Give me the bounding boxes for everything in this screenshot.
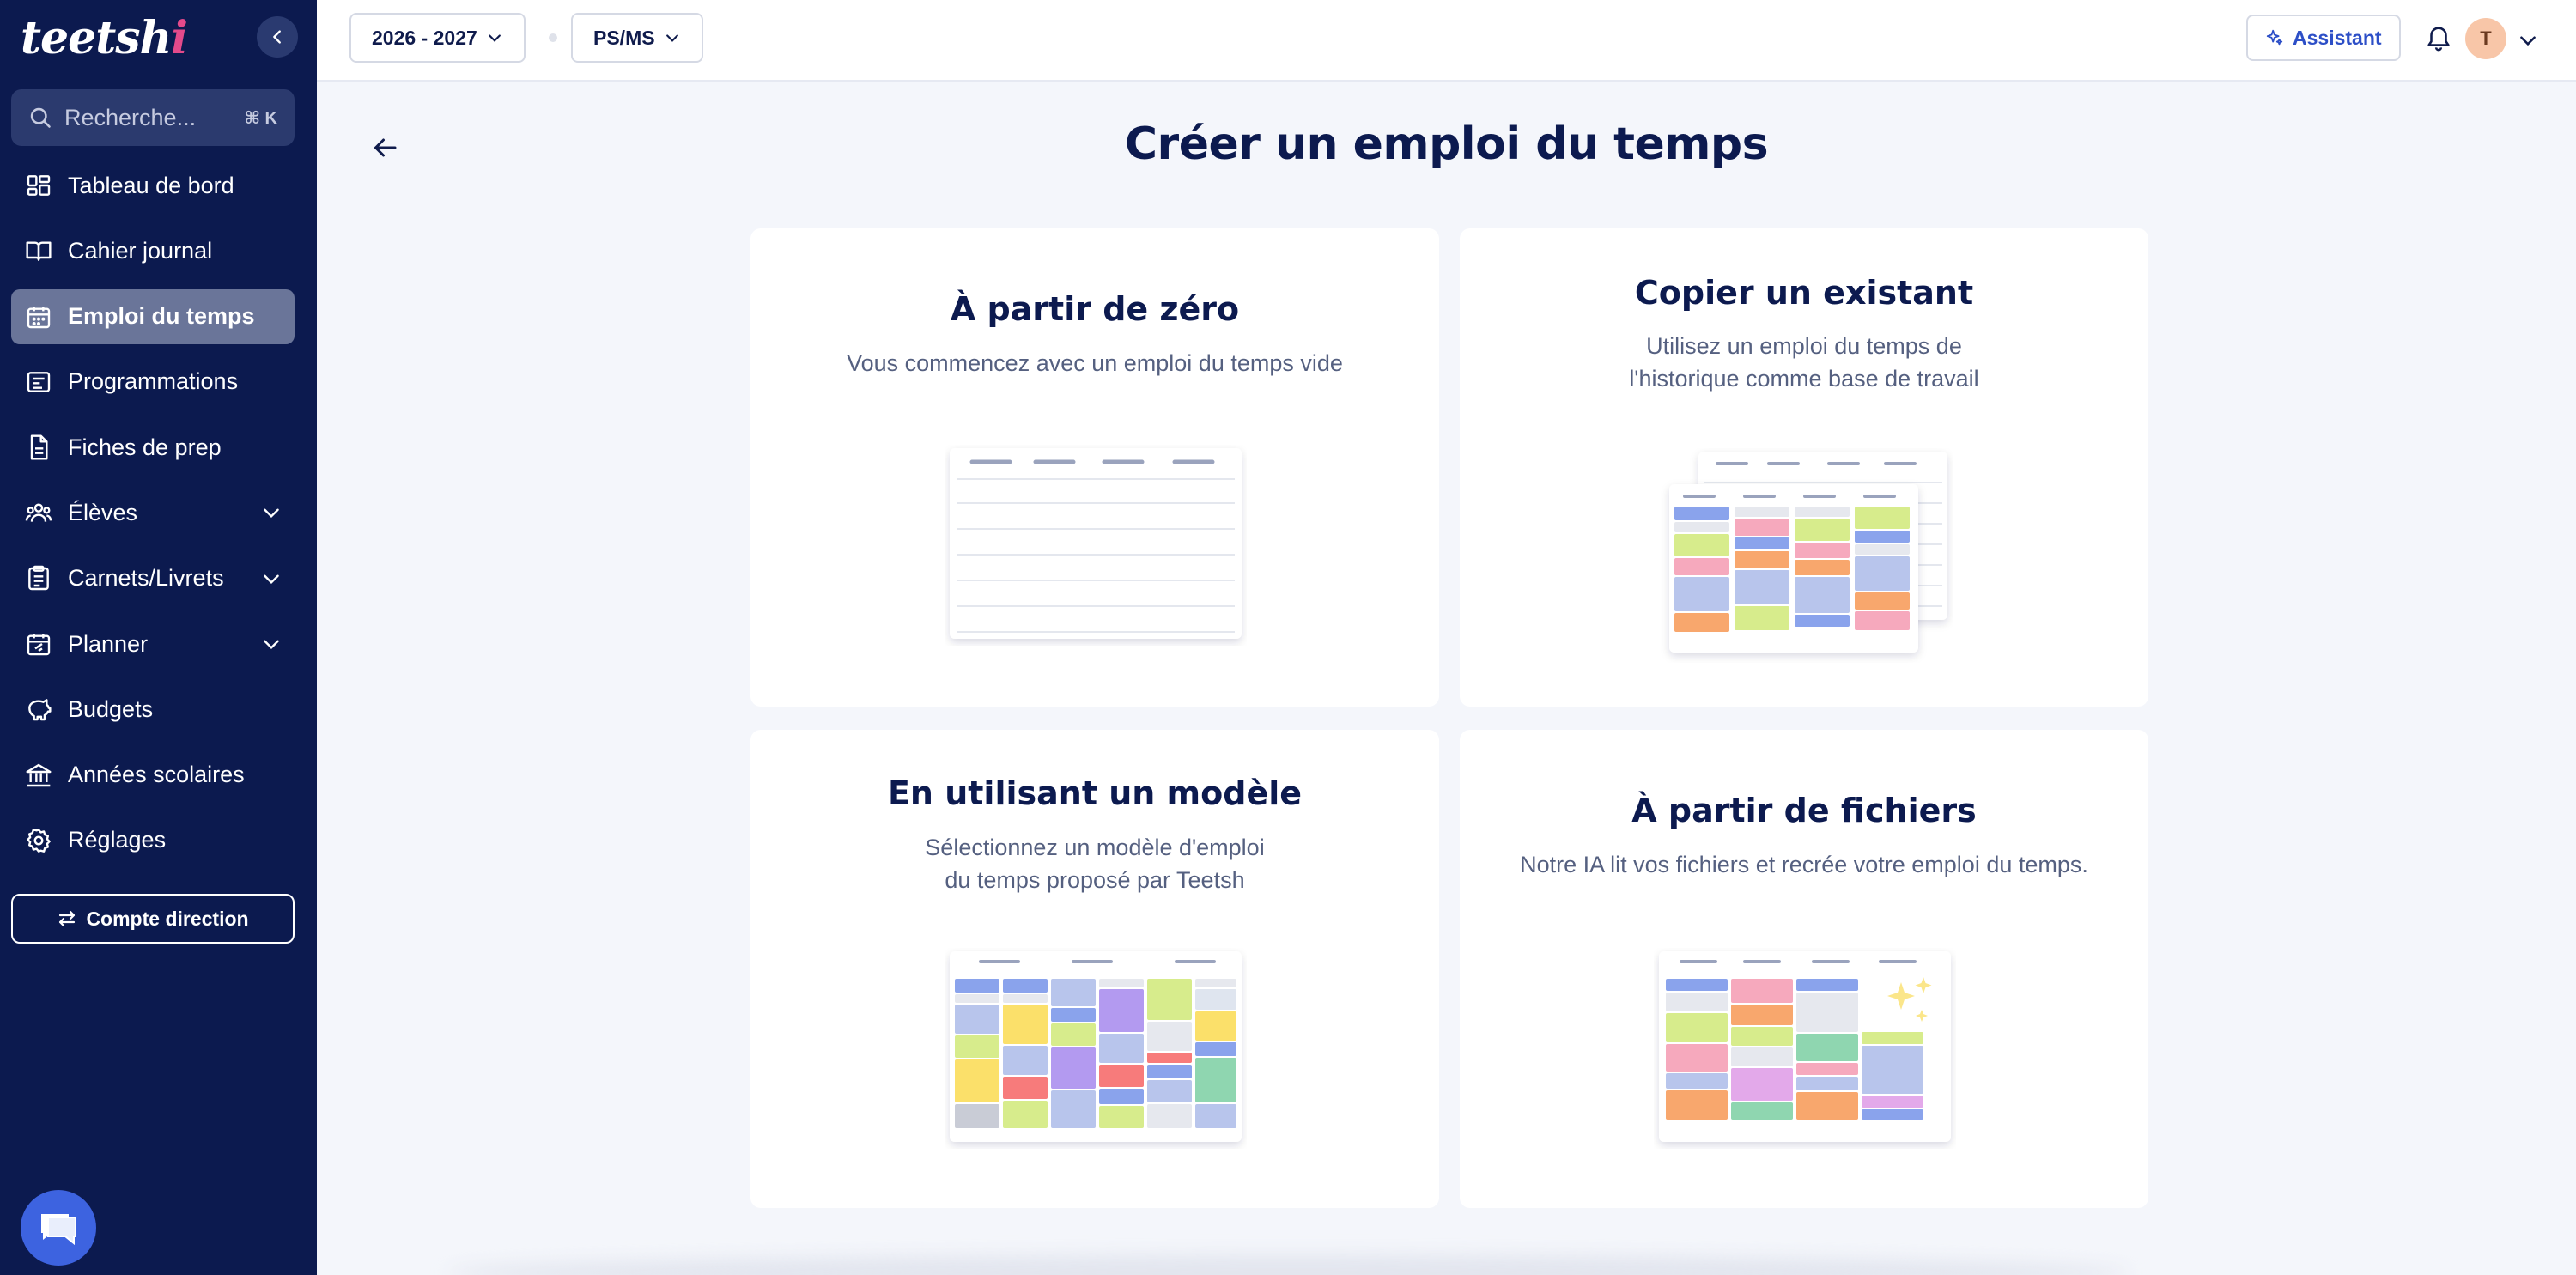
class-select[interactable]: PS/MS xyxy=(571,13,703,63)
gear-icon xyxy=(23,825,54,856)
assistant-button[interactable]: Assistant xyxy=(2246,15,2401,61)
chat-icon xyxy=(41,1214,76,1246)
avatar[interactable]: T xyxy=(2465,18,2506,59)
search-placeholder: Recherche... xyxy=(64,104,197,131)
card-title: À partir de zéro xyxy=(950,290,1240,328)
bell-icon[interactable] xyxy=(2424,22,2453,53)
bottom-shadow xyxy=(447,1255,2129,1275)
card-from-scratch[interactable]: À partir de zéro Vous commencez avec un … xyxy=(750,228,1439,707)
search-input[interactable]: Recherche... ⌘ K xyxy=(11,89,295,146)
sidebar-item-carnets-livrets[interactable]: Carnets/Livrets xyxy=(11,551,295,606)
card-title: À partir de fichiers xyxy=(1631,792,1977,829)
card-description: Notre IA lit vos fichiers et recrée votr… xyxy=(1520,852,2088,877)
chevron-down-icon[interactable] xyxy=(2517,29,2539,52)
sidebar-item-cahier-journal[interactable]: Cahier journal xyxy=(11,223,295,278)
sparkles-icon xyxy=(2266,29,2283,46)
planner-icon xyxy=(23,628,54,659)
piggy-bank-icon xyxy=(23,694,54,725)
sidebar-item-eleves[interactable]: Élèves xyxy=(11,485,295,540)
sidebar-item-programmations[interactable]: Programmations xyxy=(11,355,295,410)
chevron-left-icon xyxy=(273,30,281,44)
card-use-template[interactable]: En utilisant un modèle Sélectionnez un m… xyxy=(750,730,1439,1208)
separator-dot xyxy=(549,33,557,42)
sidebar-item-tableau-de-bord[interactable]: Tableau de bord xyxy=(11,158,295,213)
card-description: Utilisez un emploi du temps de l'histori… xyxy=(1629,333,1979,392)
chevron-down-icon xyxy=(488,34,501,42)
users-icon xyxy=(23,497,54,528)
teetsh-logo[interactable]: teetshi xyxy=(21,12,188,64)
chat-support-button[interactable] xyxy=(21,1190,96,1266)
copy-timetable-illustration xyxy=(1669,452,1947,653)
switch-account-button[interactable]: Compte direction xyxy=(11,894,295,944)
collapse-sidebar-button[interactable] xyxy=(257,16,298,58)
chevron-down-icon xyxy=(264,509,279,519)
swap-icon xyxy=(59,910,76,927)
file-icon xyxy=(23,432,54,463)
chevron-down-icon xyxy=(264,574,279,584)
search-shortcut: ⌘ K xyxy=(244,108,277,128)
template-timetable-illustration xyxy=(950,951,1242,1142)
card-description: Vous commencez avec un emploi du temps v… xyxy=(847,350,1343,376)
sidebar-item-budgets[interactable]: Budgets xyxy=(11,682,295,737)
sidebar-item-annees-scolaires[interactable]: Années scolaires xyxy=(11,748,295,803)
sidebar-nav: Tableau de bord Cahier journal Emploi du… xyxy=(11,158,295,878)
notebook-icon xyxy=(23,563,54,594)
page-title: Créer un emploi du temps xyxy=(1124,118,1769,170)
card-title: Copier un existant xyxy=(1634,274,1974,312)
sidebar-item-emploi-du-temps[interactable]: Emploi du temps xyxy=(11,288,295,344)
calendar-icon xyxy=(23,301,54,332)
ai-files-timetable-illustration xyxy=(1659,951,1951,1142)
chevron-down-icon xyxy=(665,34,678,42)
book-icon xyxy=(23,235,54,266)
year-select[interactable]: 2026 - 2027 xyxy=(349,13,526,63)
sidebar: teetshi Recherche... ⌘ K Tableau de bord… xyxy=(0,0,317,1275)
search-icon xyxy=(30,107,51,128)
chevron-down-icon xyxy=(264,640,279,650)
empty-timetable-illustration xyxy=(950,448,1242,639)
card-from-files[interactable]: À partir de fichiers Notre IA lit vos fi… xyxy=(1460,730,2148,1208)
card-title: En utilisant un modèle xyxy=(887,774,1303,812)
card-description: Sélectionnez un modèle d'emploi du temps… xyxy=(925,835,1265,893)
school-icon xyxy=(23,760,54,791)
card-copy-existing[interactable]: Copier un existant Utilisez un emploi du… xyxy=(1460,228,2148,707)
topbar: 2026 - 2027 PS/MS Assistant T xyxy=(317,0,2576,82)
sidebar-item-reglages[interactable]: Réglages xyxy=(11,813,295,868)
dashboard-icon xyxy=(23,170,54,201)
sidebar-item-fiches-de-prep[interactable]: Fiches de prep xyxy=(11,420,295,475)
sidebar-item-planner[interactable]: Planner xyxy=(11,616,295,671)
list-icon xyxy=(23,367,54,398)
